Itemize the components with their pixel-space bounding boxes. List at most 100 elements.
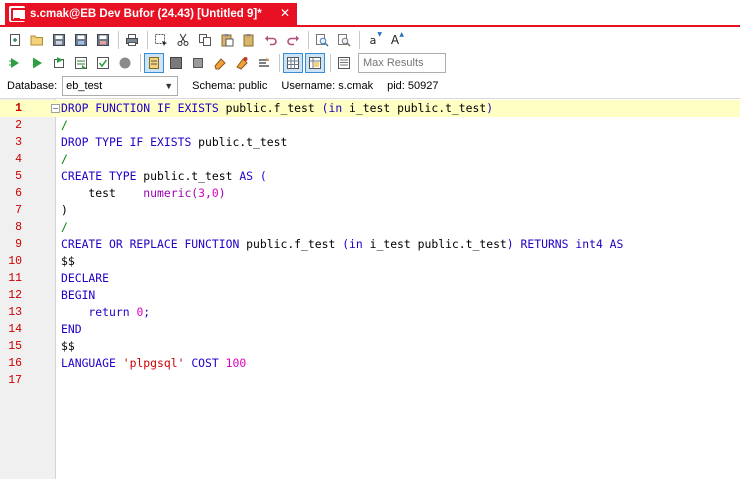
line-number: 15 bbox=[8, 340, 22, 353]
code-line[interactable]: 1 − DROP FUNCTION IF EXISTS public.f_test … bbox=[0, 100, 740, 117]
toggle-mode-icon bbox=[149, 57, 159, 69]
code-line[interactable]: 12 BEGIN bbox=[0, 287, 740, 304]
code-token: public.f_test bbox=[225, 101, 322, 115]
uppercase-button[interactable]: A ▲ bbox=[385, 30, 405, 50]
select-region-button[interactable] bbox=[151, 30, 171, 50]
toolbar-separator bbox=[140, 54, 141, 72]
code-token: $$ bbox=[61, 339, 75, 353]
paste-special-button[interactable] bbox=[239, 30, 259, 50]
code-token: (in bbox=[342, 237, 370, 251]
database-select[interactable]: eb_test ▼ bbox=[62, 76, 179, 96]
sql-editor-icon bbox=[9, 6, 27, 22]
code-line[interactable]: 9 CREATE OR REPLACE FUNCTION public.f_tes… bbox=[0, 236, 740, 253]
line-number: 16 bbox=[8, 357, 22, 370]
fold-toggle-icon[interactable]: − bbox=[51, 104, 60, 113]
clear-button[interactable] bbox=[210, 53, 230, 73]
code-line[interactable]: 15 $$ bbox=[0, 338, 740, 355]
lowercase-label: a bbox=[369, 33, 377, 47]
arrow-down-icon: ▼ bbox=[377, 31, 382, 38]
code-token: , bbox=[205, 186, 212, 200]
save-icon bbox=[53, 34, 65, 46]
code-text: BEGIN bbox=[61, 287, 95, 304]
cut-button[interactable] bbox=[173, 30, 193, 50]
stop-button[interactable] bbox=[115, 53, 135, 73]
code-line[interactable]: 5 CREATE TYPE public.t_test AS ( bbox=[0, 168, 740, 185]
history-button[interactable] bbox=[334, 53, 354, 73]
code-text: return 0; bbox=[61, 304, 150, 321]
code-token: (in bbox=[321, 101, 350, 115]
code-line[interactable]: 17 bbox=[0, 372, 740, 389]
pid-info: pid: 50927 bbox=[387, 80, 439, 92]
editor-tab[interactable]: s.cmak@EB Dev Bufor (24.43) [Untitled 9]… bbox=[5, 3, 297, 25]
select-region-icon bbox=[155, 34, 167, 46]
scissors-icon bbox=[177, 33, 189, 46]
code-token: DECLARE bbox=[61, 271, 110, 285]
connection-info-bar: Database: eb_test ▼ Schema: public Usern… bbox=[0, 75, 740, 97]
close-tab-icon[interactable]: ✕ bbox=[278, 6, 292, 20]
save-as-button[interactable] bbox=[71, 30, 91, 50]
code-line[interactable]: 8/ bbox=[0, 219, 740, 236]
code-text: DROP FUNCTION IF EXISTS public.f_test (i… bbox=[61, 100, 493, 117]
code-line[interactable]: 6 test numeric(3,0) bbox=[0, 185, 740, 202]
code-token: 3 bbox=[198, 186, 206, 200]
lowercase-button[interactable]: a ▼ bbox=[363, 30, 383, 50]
history-icon bbox=[338, 57, 350, 69]
code-token: DROP TYPE IF EXISTS bbox=[61, 135, 199, 149]
code-token: CREATE OR REPLACE FUNCTION bbox=[61, 237, 247, 251]
save-button[interactable] bbox=[49, 30, 69, 50]
new-file-button[interactable] bbox=[5, 30, 25, 50]
code-text: / bbox=[61, 219, 68, 236]
code-line[interactable]: 16 LANGUAGE 'plpgsql' COST 100 bbox=[0, 355, 740, 372]
commit-icon bbox=[97, 57, 109, 69]
code-line[interactable]: 10 $$ bbox=[0, 253, 740, 270]
code-line[interactable]: 7) bbox=[0, 202, 740, 219]
code-line[interactable]: 3 DROP TYPE IF EXISTS public.t_test bbox=[0, 134, 740, 151]
stop-icon bbox=[119, 57, 131, 69]
execute-step-button[interactable] bbox=[49, 53, 69, 73]
paste-button[interactable] bbox=[217, 30, 237, 50]
code-token: 0 bbox=[211, 186, 219, 200]
toggle-mode-button[interactable] bbox=[144, 53, 164, 73]
copy-button[interactable] bbox=[195, 30, 215, 50]
code-token: i_test bbox=[369, 237, 418, 251]
grid-view-button[interactable] bbox=[283, 53, 303, 73]
commit-button[interactable] bbox=[93, 53, 113, 73]
code-token: return bbox=[61, 305, 137, 319]
line-number: 12 bbox=[8, 289, 22, 302]
text-view-button[interactable] bbox=[305, 53, 325, 73]
code-line[interactable]: 2/ bbox=[0, 117, 740, 134]
compile-button[interactable] bbox=[232, 53, 252, 73]
line-number: 6 bbox=[15, 187, 22, 200]
code-line[interactable]: 14 END bbox=[0, 321, 740, 338]
text-view-icon bbox=[309, 57, 321, 69]
open-file-button[interactable] bbox=[27, 30, 47, 50]
code-line[interactable]: 13 return 0; bbox=[0, 304, 740, 321]
code-line[interactable]: 4/ bbox=[0, 151, 740, 168]
format-button[interactable] bbox=[254, 53, 274, 73]
gray-button[interactable] bbox=[188, 53, 208, 73]
sql-editor[interactable]: 1 − DROP FUNCTION IF EXISTS public.f_test … bbox=[0, 98, 740, 479]
code-token: i_test bbox=[349, 101, 398, 115]
execute-script-icon bbox=[9, 58, 19, 68]
code-text: ) bbox=[61, 202, 68, 219]
code-text: CREATE TYPE public.t_test AS ( bbox=[61, 168, 267, 185]
schema-info: Schema: public bbox=[192, 80, 268, 92]
explain-plan-button[interactable] bbox=[71, 53, 91, 73]
redo-button[interactable] bbox=[283, 30, 303, 50]
code-line[interactable]: 11 DECLARE bbox=[0, 270, 740, 287]
execute-script-button[interactable] bbox=[5, 53, 25, 73]
save-all-button[interactable] bbox=[93, 30, 113, 50]
max-results-input[interactable] bbox=[358, 53, 446, 73]
redo-icon bbox=[287, 35, 299, 46]
find-button[interactable] bbox=[312, 30, 332, 50]
code-token: / bbox=[61, 118, 68, 132]
find-replace-button[interactable] bbox=[334, 30, 354, 50]
execute-button[interactable] bbox=[27, 53, 47, 73]
print-button[interactable] bbox=[122, 30, 142, 50]
line-number: 3 bbox=[15, 136, 22, 149]
undo-button[interactable] bbox=[261, 30, 281, 50]
rollback-button[interactable] bbox=[166, 53, 186, 73]
code-token: public.t_test bbox=[397, 101, 487, 115]
code-text: $$ bbox=[61, 253, 75, 270]
toolbar-separator bbox=[147, 31, 148, 49]
